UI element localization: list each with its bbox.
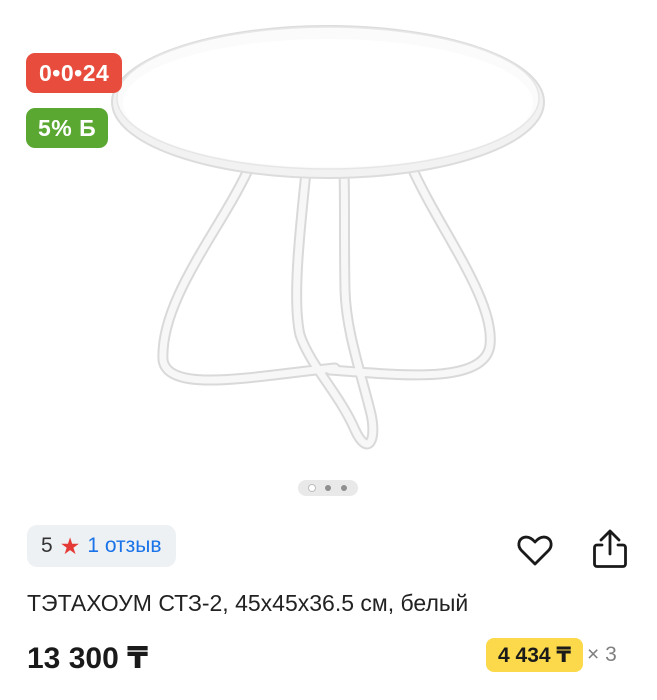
heart-icon — [517, 535, 553, 566]
installment-months: × 3 — [587, 643, 617, 666]
bonus-badge: 5% Б — [26, 108, 109, 148]
product-title: ТЭТАХОУМ СТЗ-2, 45х45х36.5 см, белый — [27, 590, 469, 616]
rating-chip[interactable]: 5 ★ 1 отзыв — [27, 525, 176, 567]
pagination-dot-2[interactable] — [325, 485, 331, 491]
gallery-pagination — [298, 480, 358, 496]
installment-offer[interactable]: 4 434 ₸ × 3 — [486, 638, 617, 672]
pagination-dot-1[interactable] — [309, 485, 315, 491]
timer-badge: 0•0•24 — [26, 53, 123, 93]
star-icon: ★ — [59, 532, 81, 559]
share-button[interactable] — [590, 528, 630, 570]
rating-score: 5 — [41, 534, 53, 557]
share-icon — [593, 529, 627, 568]
installment-price: 4 434 ₸ — [486, 638, 583, 672]
product-price: 13 300 ₸ — [27, 642, 148, 675]
reviews-link[interactable]: 1 отзыв — [87, 534, 161, 558]
product-gallery[interactable]: 0•0•24 5% Б — [0, 0, 657, 505]
favorite-button[interactable] — [516, 531, 554, 569]
pagination-dot-3[interactable] — [341, 485, 347, 491]
